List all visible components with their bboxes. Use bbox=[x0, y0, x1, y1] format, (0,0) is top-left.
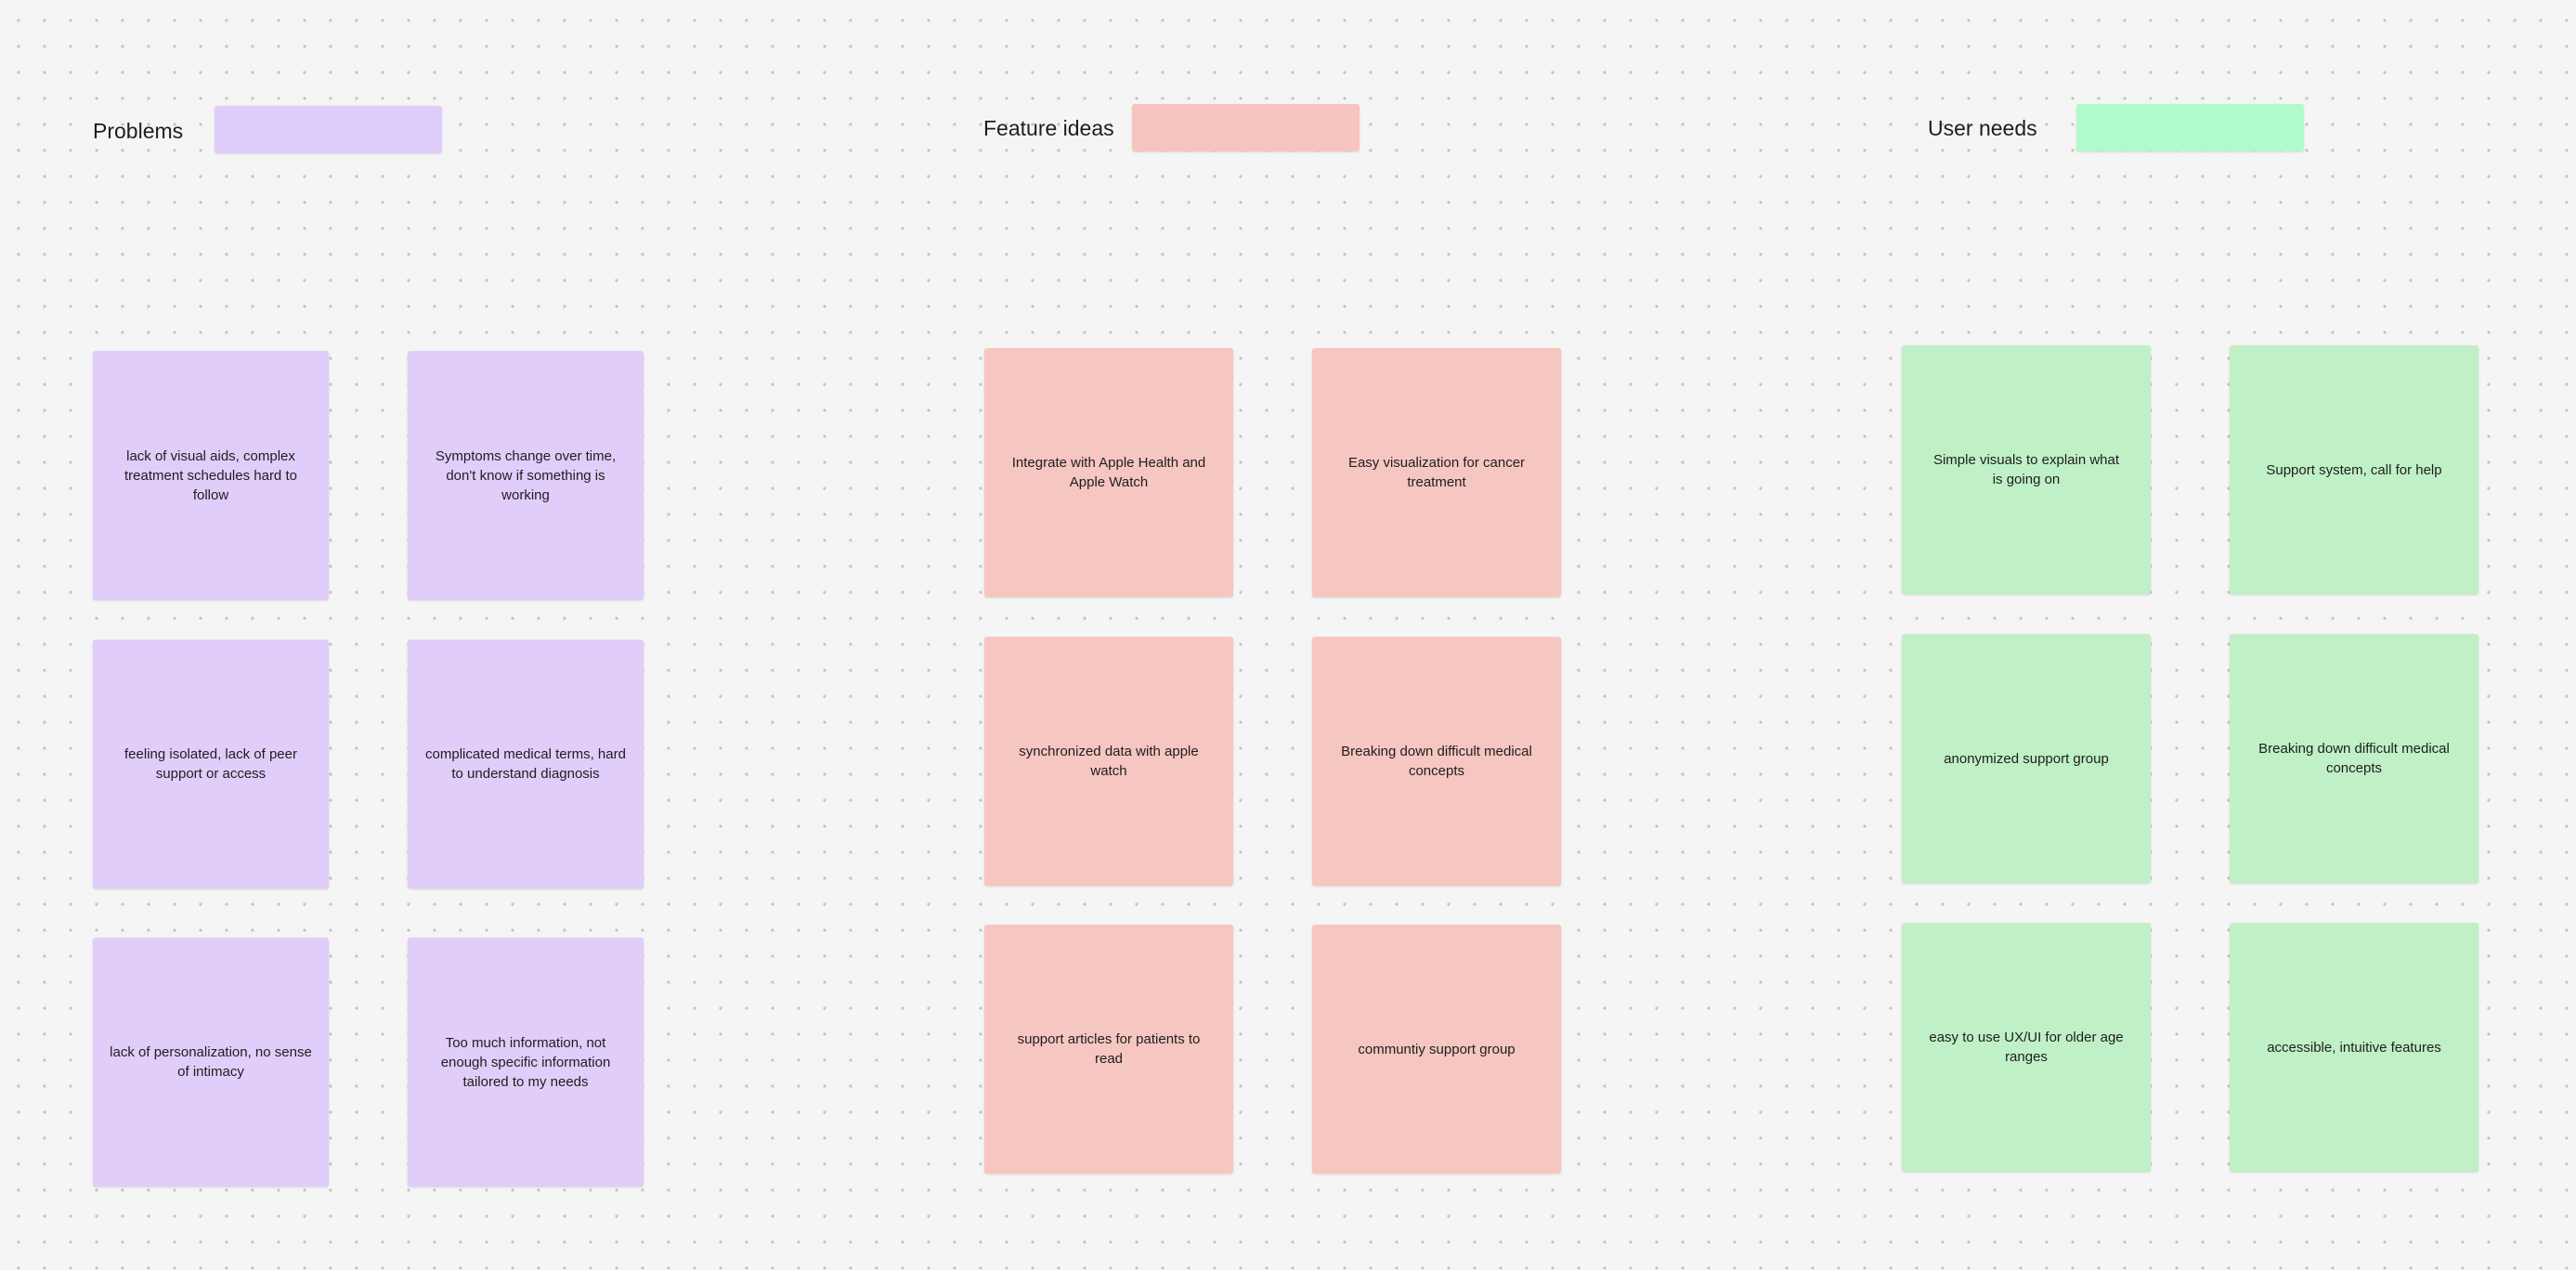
sticky-note-text: complicated medical terms, hard to under… bbox=[425, 746, 626, 782]
sticky-note-feature[interactable]: Breaking down difficult medical concepts bbox=[1312, 637, 1561, 886]
needs-section-title[interactable]: User needs bbox=[1928, 116, 2037, 141]
sticky-note-need[interactable]: anonymized support group bbox=[1902, 634, 2151, 883]
sticky-note-text: lack of personalization, no sense of int… bbox=[110, 1044, 312, 1080]
sticky-note-text: synchronized data with apple watch bbox=[1019, 744, 1199, 779]
sticky-note-feature[interactable]: communtiy support group bbox=[1312, 925, 1561, 1173]
sticky-note-feature[interactable]: Integrate with Apple Health and Apple Wa… bbox=[984, 348, 1233, 597]
sticky-note-text: Easy visualization for cancer treatment bbox=[1347, 455, 1526, 490]
sticky-note-problem[interactable]: Too much information, not enough specifi… bbox=[408, 938, 644, 1186]
sticky-note-text: feeling isolated, lack of peer support o… bbox=[124, 746, 297, 782]
sticky-note-text: easy to use UX/UI for older age ranges bbox=[1929, 1030, 2124, 1065]
sticky-note-need[interactable]: accessible, intuitive features bbox=[2230, 923, 2478, 1172]
sticky-note-feature[interactable]: Easy visualization for cancer treatment bbox=[1312, 348, 1561, 597]
sticky-note-problem[interactable]: Symptoms change over time, don't know if… bbox=[408, 351, 644, 600]
sticky-note-text: Simple visuals to explain what is going … bbox=[1932, 452, 2120, 487]
sticky-note-text: accessible, intuitive features bbox=[2267, 1039, 2441, 1056]
sticky-note-need[interactable]: Simple visuals to explain what is going … bbox=[1902, 345, 2151, 594]
sticky-note-need[interactable]: Breaking down difficult medical concepts bbox=[2230, 634, 2478, 883]
sticky-note-text: Symptoms change over time, don't know if… bbox=[435, 447, 617, 503]
sticky-note-text: Integrate with Apple Health and Apple Wa… bbox=[1011, 455, 1206, 490]
sticky-note-text: Support system, call for help bbox=[2266, 461, 2442, 478]
sticky-note-problem[interactable]: lack of personalization, no sense of int… bbox=[93, 938, 329, 1186]
sticky-note-problem[interactable]: lack of visual aids, complex treatment s… bbox=[93, 351, 329, 600]
sticky-note-text: anonymized support group bbox=[1944, 750, 2109, 767]
sticky-note-text: support articles for patients to read bbox=[1017, 1031, 1201, 1067]
sticky-note-feature[interactable]: support articles for patients to read bbox=[984, 925, 1233, 1173]
sticky-note-text: communtiy support group bbox=[1358, 1041, 1516, 1057]
sticky-note-need[interactable]: Support system, call for help bbox=[2230, 345, 2478, 594]
sticky-note-need[interactable]: easy to use UX/UI for older age ranges bbox=[1902, 923, 2151, 1172]
sticky-note-feature[interactable]: synchronized data with apple watch bbox=[984, 637, 1233, 886]
problems-section-title[interactable]: Problems bbox=[93, 119, 183, 144]
sticky-note-problem[interactable]: complicated medical terms, hard to under… bbox=[408, 640, 644, 888]
sticky-note-text: Too much information, not enough specifi… bbox=[440, 1034, 611, 1090]
needs-color-swatch[interactable] bbox=[2076, 104, 2304, 151]
sticky-note-text: Breaking down difficult medical concepts bbox=[1341, 744, 1532, 779]
sticky-note-text: Breaking down difficult medical concepts bbox=[2258, 741, 2450, 776]
features-color-swatch[interactable] bbox=[1132, 104, 1360, 151]
sticky-note-text: lack of visual aids, complex treatment s… bbox=[124, 447, 297, 503]
whiteboard-canvas[interactable]: Problems Feature ideas User needs lack o… bbox=[0, 0, 2576, 1270]
features-section-title[interactable]: Feature ideas bbox=[983, 116, 1114, 141]
sticky-note-problem[interactable]: feeling isolated, lack of peer support o… bbox=[93, 640, 329, 888]
problems-color-swatch[interactable] bbox=[215, 106, 442, 153]
